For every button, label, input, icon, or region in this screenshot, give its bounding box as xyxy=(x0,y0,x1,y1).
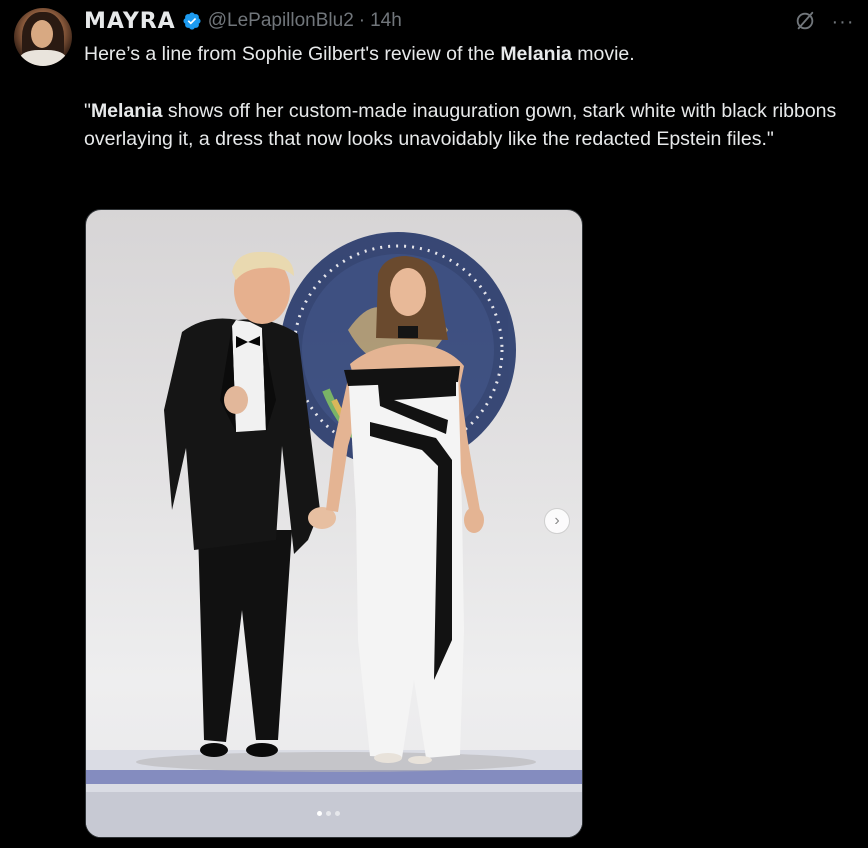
tweet[interactable]: MAYRA @LePapillonBlu2 · 14h ··· Here’s a… xyxy=(0,0,868,848)
tweet-header: MAYRA @LePapillonBlu2 · 14h xyxy=(84,8,402,34)
tweet-line-1: Here’s a line from Sophie Gilbert's revi… xyxy=(84,43,635,65)
media-photo[interactable]: › xyxy=(85,209,583,838)
grok-icon[interactable] xyxy=(794,10,816,32)
verified-badge-icon[interactable] xyxy=(182,11,202,31)
bold-title: Melania xyxy=(500,43,572,65)
media-pager xyxy=(317,811,340,816)
pager-dot[interactable] xyxy=(335,811,340,816)
tweet-text: Here’s a line from Sophie Gilbert's revi… xyxy=(84,40,856,154)
avatar-shirt xyxy=(20,50,66,66)
bold-title: Melania xyxy=(90,99,163,122)
pager-dot[interactable] xyxy=(326,811,331,816)
tweet-quote: "Melania shows off her custom-made inaug… xyxy=(84,99,837,151)
separator-dot: · xyxy=(358,10,366,31)
handle[interactable]: @LePapillonBlu2 xyxy=(208,10,354,32)
pager-dot[interactable] xyxy=(317,811,322,816)
avatar-face xyxy=(31,20,53,48)
photo-illustration xyxy=(86,232,582,837)
avatar[interactable] xyxy=(14,8,72,66)
timestamp[interactable]: 14h xyxy=(370,10,402,32)
display-name[interactable]: MAYRA xyxy=(84,9,176,34)
more-icon[interactable]: ··· xyxy=(830,12,856,32)
next-image-button[interactable]: › xyxy=(544,508,570,534)
